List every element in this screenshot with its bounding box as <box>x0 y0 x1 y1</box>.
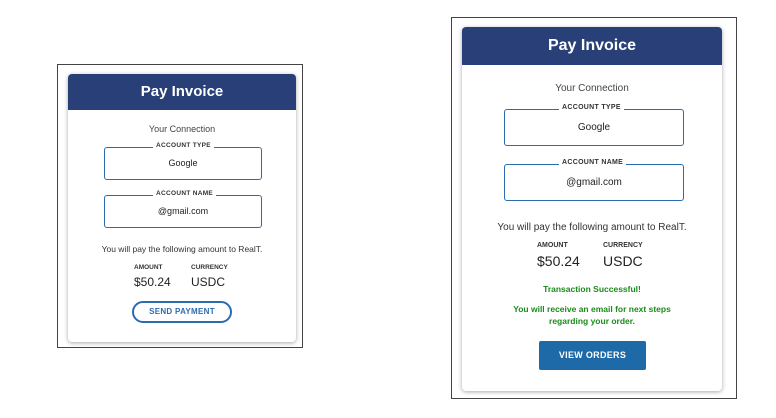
amount-column: AMOUNT $50.24 <box>537 242 580 269</box>
currency-label: CURRENCY <box>191 264 228 271</box>
account-type-field: ACCOUNT TYPE Google <box>104 142 262 180</box>
account-type-value: Google <box>168 158 198 168</box>
success-message-line: You will receive an email for next steps <box>513 304 671 314</box>
success-message-line: regarding your order. <box>549 316 635 326</box>
account-type-label: ACCOUNT TYPE <box>559 104 624 111</box>
card-title: Pay Invoice <box>462 27 722 65</box>
pay-description: You will pay the following amount to Rea… <box>101 244 263 254</box>
account-type-field: ACCOUNT TYPE Google <box>504 104 684 146</box>
currency-label: CURRENCY <box>603 242 643 249</box>
account-name-label: ACCOUNT NAME <box>153 190 217 197</box>
connection-label: Your Connection <box>555 83 629 94</box>
amount-value: $50.24 <box>134 275 171 289</box>
pay-invoice-panel-before: Pay Invoice Your Connection ACCOUNT TYPE… <box>57 64 303 348</box>
pay-invoice-panel-after: Pay Invoice Your Connection ACCOUNT TYPE… <box>451 17 737 399</box>
connection-label: Your Connection <box>148 124 216 134</box>
currency-column: CURRENCY USDC <box>603 242 643 269</box>
pay-invoice-card: Pay Invoice Your Connection ACCOUNT TYPE… <box>68 74 296 342</box>
amount-column: AMOUNT $50.24 <box>134 264 171 289</box>
currency-value: USDC <box>603 253 643 269</box>
pay-invoice-card: Pay Invoice Your Connection ACCOUNT TYPE… <box>462 27 722 391</box>
account-name-value: @gmail.com <box>157 206 209 216</box>
amount-label: AMOUNT <box>134 264 163 271</box>
account-name-value: @gmail.com <box>566 177 622 188</box>
send-payment-button[interactable]: SEND PAYMENT <box>132 301 232 323</box>
account-type-value: Google <box>577 122 611 133</box>
currency-value: USDC <box>191 275 226 289</box>
pay-description: You will pay the following amount to Rea… <box>497 222 687 233</box>
card-title: Pay Invoice <box>68 74 296 110</box>
account-name-field: ACCOUNT NAME @gmail.com <box>504 159 684 201</box>
currency-column: CURRENCY USDC <box>191 264 228 289</box>
amount-label: AMOUNT <box>537 242 568 249</box>
transaction-success-title: Transaction Successful! <box>543 284 641 294</box>
account-type-label: ACCOUNT TYPE <box>153 142 214 149</box>
account-name-field: ACCOUNT NAME @gmail.com <box>104 190 262 228</box>
view-orders-button[interactable]: VIEW ORDERS <box>539 341 646 370</box>
account-name-label: ACCOUNT NAME <box>559 159 627 166</box>
amount-value: $50.24 <box>537 253 580 269</box>
